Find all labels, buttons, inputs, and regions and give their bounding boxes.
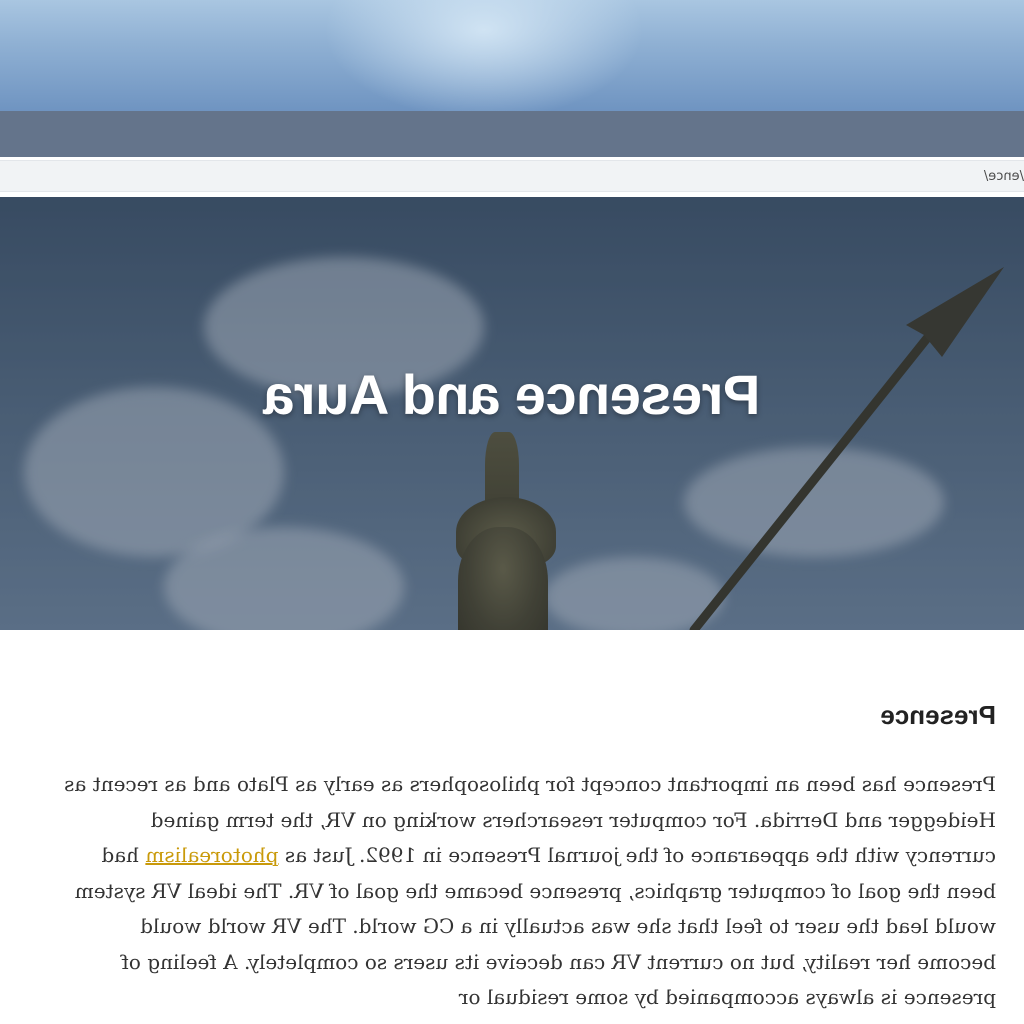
- browser-top-bar: [0, 0, 1024, 111]
- article-paragraph: Presence has been an important concept f…: [56, 767, 996, 1016]
- navigation-band: [0, 111, 1024, 157]
- address-bar[interactable]: /ence/: [0, 157, 1024, 198]
- paragraph-text-after-link: had been the goal of computer graphics, …: [74, 843, 996, 1009]
- address-url-text: /ence/: [983, 169, 1024, 184]
- hero-banner: Presence and Aura: [0, 197, 1024, 630]
- article-content: Presence Presence has been an important …: [44, 700, 996, 1016]
- section-heading: Presence: [880, 700, 996, 730]
- page-mirror: /ence/ Presence and Aura Presence Presen…: [0, 0, 1024, 1024]
- hero-title: Presence and Aura: [263, 363, 761, 426]
- address-field[interactable]: /ence/: [0, 160, 1024, 192]
- photorealism-link[interactable]: photorealism: [145, 843, 278, 867]
